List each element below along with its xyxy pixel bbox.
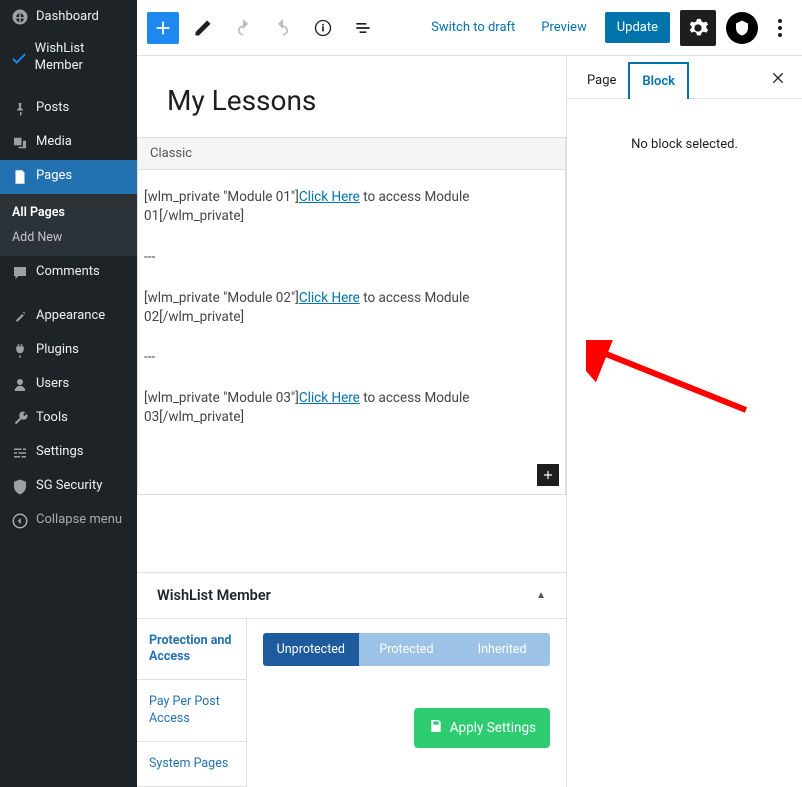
seg-inherited[interactable]: Inherited [454, 633, 550, 666]
classic-block[interactable]: Classic [wlm_private "Module 01"]Click H… [137, 137, 566, 495]
sidebar-item-label: Appearance [36, 308, 105, 325]
wishlist-side-tabs: Protection and Access Pay Per Post Acces… [137, 619, 247, 787]
sidebar-item-wishlist[interactable]: WishList Member [0, 34, 137, 82]
content-line-1: [wlm_private "Module 01"]Click Here to a… [144, 188, 559, 226]
check-icon [10, 48, 29, 68]
content-line-3: [wlm_private "Module 03"]Click Here to a… [144, 389, 559, 427]
protection-segmented: Unprotected Protected Inherited [263, 633, 550, 666]
sidebar-item-sgsecurity[interactable]: SG Security [0, 470, 137, 504]
sidebar-item-label: Posts [36, 100, 69, 117]
update-button[interactable]: Update [605, 12, 670, 43]
sidebar-item-pages[interactable]: Pages [0, 160, 137, 194]
caret-up-icon: ▲ [536, 590, 546, 601]
close-inspector-button[interactable] [762, 62, 794, 98]
classic-block-header: Classic [138, 138, 565, 170]
comment-icon [10, 263, 30, 283]
shield-icon [10, 477, 30, 497]
redo-button[interactable] [267, 12, 299, 44]
wishlist-content: Unprotected Protected Inherited Apply Se… [247, 619, 566, 787]
sidebar-item-label: Dashboard [36, 9, 99, 26]
plug-icon [10, 341, 30, 361]
tab-system-pages[interactable]: System Pages [137, 742, 246, 787]
plugin-logo-button[interactable] [726, 12, 758, 44]
sidebar-item-label: SG Security [36, 478, 102, 495]
page-title[interactable]: My Lessons [137, 56, 566, 137]
sidebar-item-label: Plugins [36, 342, 79, 359]
collapse-icon [10, 511, 30, 531]
sidebar-item-label: Media [36, 134, 72, 151]
inspector-panel: Page Block No block selected. [566, 56, 802, 787]
settings-button[interactable] [680, 10, 716, 46]
separator: --- [144, 248, 559, 267]
pin-icon [10, 99, 30, 119]
sidebar-item-comments[interactable]: Comments [0, 256, 137, 290]
tab-page[interactable]: Page [575, 63, 628, 98]
click-here-link-1[interactable]: Click Here [299, 189, 360, 205]
admin-sidebar: Dashboard WishList Member Posts Media Pa… [0, 0, 137, 787]
inspector-empty-message: No block selected. [567, 99, 802, 190]
wishlist-panel-title: WishList Member [157, 587, 271, 604]
sidebar-item-label: WishList Member [35, 41, 129, 75]
undo-button[interactable] [227, 12, 259, 44]
add-block-button[interactable] [147, 12, 179, 44]
sidebar-item-appearance[interactable]: Appearance [0, 300, 137, 334]
tab-pay-per-post[interactable]: Pay Per Post Access [137, 680, 246, 742]
media-icon [10, 133, 30, 153]
sidebar-sub-add-new[interactable]: Add New [0, 225, 137, 250]
content-line-2: [wlm_private "Module 02"]Click Here to a… [144, 289, 559, 327]
sidebar-item-label: Pages [36, 168, 72, 185]
editor-topbar: Switch to draft Preview Update [137, 0, 802, 56]
apply-label: Apply Settings [450, 720, 536, 736]
sidebar-item-media[interactable]: Media [0, 126, 137, 160]
sidebar-item-users[interactable]: Users [0, 368, 137, 402]
seg-protected[interactable]: Protected [359, 633, 455, 666]
wrench-icon [10, 409, 30, 429]
preview-button[interactable]: Preview [533, 14, 594, 41]
sidebar-item-dashboard[interactable]: Dashboard [0, 0, 137, 34]
more-options-button[interactable] [768, 10, 792, 46]
tab-protection-access[interactable]: Protection and Access [137, 619, 246, 681]
user-icon [10, 375, 30, 395]
inline-add-block-button[interactable] [537, 464, 559, 486]
wishlist-panel-header[interactable]: WishList Member ▲ [137, 573, 566, 619]
classic-block-body[interactable]: [wlm_private "Module 01"]Click Here to a… [138, 170, 565, 494]
sidebar-item-label: Settings [36, 444, 83, 461]
separator: --- [144, 348, 559, 367]
seg-unprotected[interactable]: Unprotected [263, 633, 359, 666]
outline-button[interactable] [347, 12, 379, 44]
wishlist-panel: WishList Member ▲ Protection and Access … [137, 572, 566, 787]
apply-settings-button[interactable]: Apply Settings [414, 708, 550, 748]
sidebar-item-label: Collapse menu [36, 512, 122, 529]
sidebar-item-label: Tools [36, 410, 68, 427]
info-button[interactable] [307, 12, 339, 44]
sidebar-item-plugins[interactable]: Plugins [0, 334, 137, 368]
sidebar-item-label: Users [36, 376, 69, 393]
edit-mode-button[interactable] [187, 12, 219, 44]
inspector-tabs: Page Block [567, 56, 802, 99]
switch-to-draft-button[interactable]: Switch to draft [423, 14, 523, 41]
sidebar-sub-all-pages[interactable]: All Pages [0, 200, 137, 225]
save-icon [428, 718, 444, 738]
dashboard-icon [10, 7, 30, 27]
sidebar-submenu-pages: All Pages Add New [0, 194, 137, 256]
brush-icon [10, 307, 30, 327]
sidebar-item-posts[interactable]: Posts [0, 92, 137, 126]
tab-block[interactable]: Block [628, 62, 689, 99]
click-here-link-2[interactable]: Click Here [299, 290, 360, 306]
sidebar-item-label: Comments [36, 264, 100, 281]
sidebar-item-tools[interactable]: Tools [0, 402, 137, 436]
sidebar-item-settings[interactable]: Settings [0, 436, 137, 470]
pages-icon [10, 167, 30, 187]
sidebar-collapse[interactable]: Collapse menu [0, 504, 137, 538]
click-here-link-3[interactable]: Click Here [299, 390, 360, 406]
sliders-icon [10, 443, 30, 463]
